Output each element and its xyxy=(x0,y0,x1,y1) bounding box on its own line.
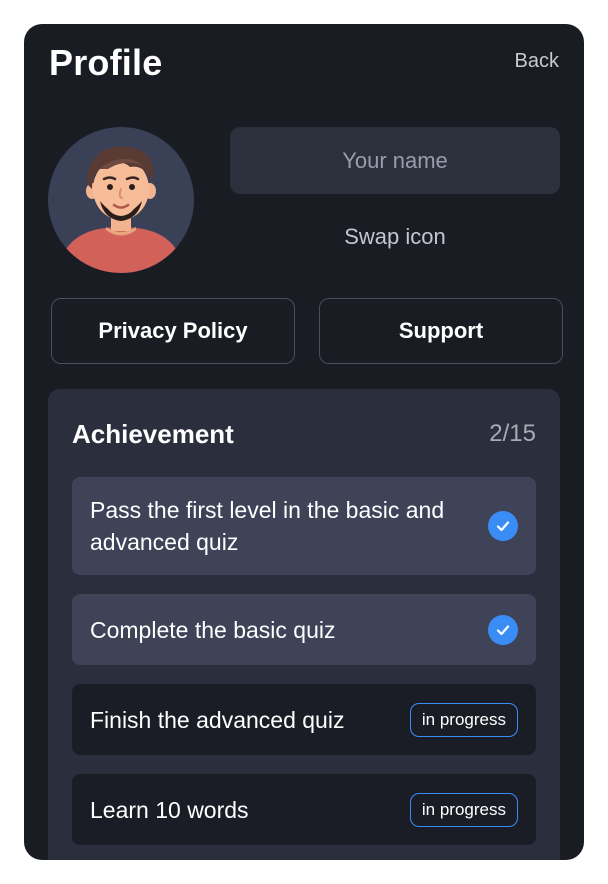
status-badge: in progress xyxy=(409,702,518,737)
achievement-item[interactable]: Finish the advanced quiz in progress xyxy=(72,684,536,755)
swap-icon-button[interactable]: Swap icon xyxy=(230,224,560,250)
achievements-count: 2/15 xyxy=(489,420,536,447)
avatar[interactable] xyxy=(48,127,194,273)
achievements-title: Achievement xyxy=(72,419,234,449)
page-title: Profile xyxy=(49,42,163,83)
privacy-policy-button[interactable]: Privacy Policy xyxy=(51,298,295,364)
name-input[interactable] xyxy=(230,127,560,194)
achievement-text: Learn 10 words xyxy=(90,796,249,823)
achievement-item[interactable]: Pass the first level in the basic and ad… xyxy=(72,477,536,575)
achievement-item[interactable]: Complete the basic quiz xyxy=(72,594,536,665)
achievement-text: Pass the first level in the basic and ad… xyxy=(90,497,445,555)
back-button[interactable]: Back xyxy=(515,50,559,73)
achievement-text: Complete the basic quiz xyxy=(90,616,336,643)
achievement-item[interactable]: Learn 10 words in progress xyxy=(72,774,536,845)
achievements-card: Achievement 2/15 Pass the first level in… xyxy=(48,389,560,860)
achievement-text: Finish the advanced quiz xyxy=(90,706,345,733)
support-button[interactable]: Support xyxy=(319,298,563,364)
check-icon xyxy=(488,614,518,645)
status-badge: in progress xyxy=(409,792,518,827)
avatar-illustration-icon xyxy=(58,146,184,273)
check-icon xyxy=(488,511,518,541)
profile-screen: Profile Back Your name Swap icon Privacy… xyxy=(24,24,584,860)
